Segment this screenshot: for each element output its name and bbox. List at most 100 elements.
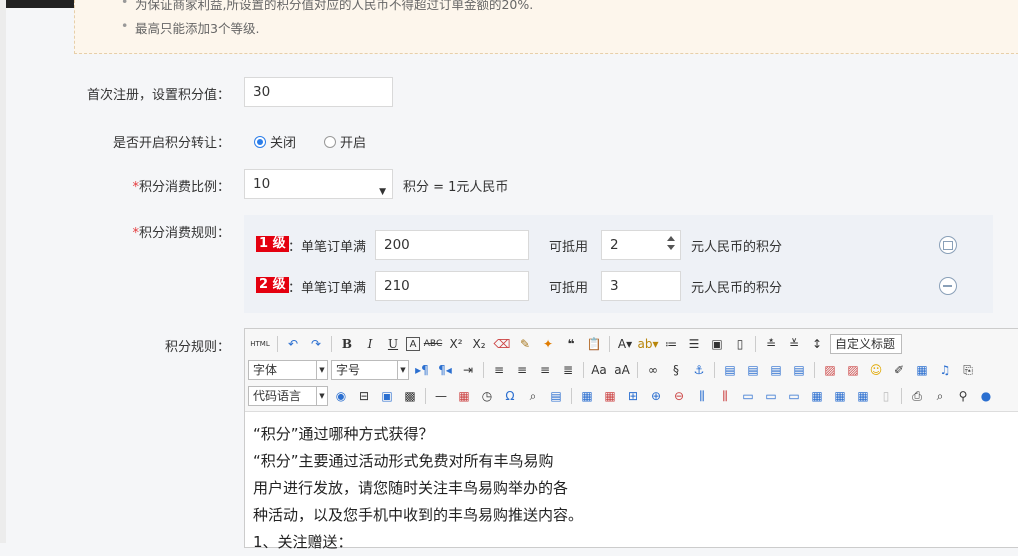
paste-plain-icon[interactable]: 📋 — [584, 334, 604, 354]
insert-code-icon[interactable]: ▣ — [377, 386, 397, 406]
insert-image-icon[interactable]: ▨ — [843, 360, 863, 380]
split-cols-icon[interactable]: ▦ — [853, 386, 873, 406]
redo-icon[interactable]: ↷ — [306, 334, 326, 354]
select-all-icon[interactable]: ▣ — [707, 334, 727, 354]
delete-col-icon[interactable]: ⫼ — [715, 386, 735, 406]
music-icon[interactable]: ♫ — [935, 360, 955, 380]
line-height-icon[interactable]: ↕ — [807, 334, 827, 354]
delete-table-icon[interactable]: ▦ — [600, 386, 620, 406]
date-icon[interactable]: ▦ — [454, 386, 474, 406]
ratio-suffix: 积分 = 1元人民币 — [403, 180, 509, 195]
link-icon[interactable]: ∞ — [643, 360, 663, 380]
attachment-icon[interactable]: ⎘ — [958, 360, 978, 380]
scrawl-icon[interactable]: ✐ — [889, 360, 909, 380]
rule-amount-input[interactable]: 210 — [375, 271, 529, 301]
format-brush-icon[interactable]: ✎ — [515, 334, 535, 354]
subscript-icon[interactable]: X₂ — [469, 334, 489, 354]
radio-unchecked-icon — [324, 135, 336, 148]
template-icon[interactable]: ▯ — [876, 386, 896, 406]
image-right-icon[interactable]: ▤ — [766, 360, 786, 380]
insert-table-icon[interactable]: ▦ — [577, 386, 597, 406]
insert-row-icon[interactable]: ⊕ — [646, 386, 666, 406]
unordered-list-icon[interactable]: ☰ — [684, 334, 704, 354]
stepper-arrows-icon[interactable] — [665, 235, 677, 255]
row-spacing-bottom-icon[interactable]: ≚ — [784, 334, 804, 354]
ratio-select[interactable]: 10 ▼ — [244, 169, 393, 199]
simple-upload-icon[interactable]: ▨ — [820, 360, 840, 380]
lowercase-icon[interactable]: aA — [612, 360, 632, 380]
html-source-button[interactable]: HTML — [248, 334, 272, 354]
merge-cells-icon[interactable]: ▭ — [738, 386, 758, 406]
blockquote-icon[interactable]: ❝ — [561, 334, 581, 354]
transfer-off-label: 关闭 — [270, 136, 297, 151]
image-left-icon[interactable]: ▤ — [743, 360, 763, 380]
ltr-icon[interactable]: ▸¶ — [412, 360, 432, 380]
font-color-icon[interactable]: A▾ — [615, 334, 635, 354]
chevron-down-icon: ▼ — [397, 361, 408, 379]
font-family-combo[interactable]: 字体 ▼ — [248, 360, 328, 380]
remove-level-icon[interactable] — [939, 277, 957, 295]
insert-video-icon[interactable]: ▦ — [912, 360, 932, 380]
anchor-icon[interactable]: ⚓ — [689, 360, 709, 380]
content-line: “积分”通过哪种方式获得？ — [253, 425, 434, 443]
split-rows-icon[interactable]: ▦ — [830, 386, 850, 406]
ordered-list-icon[interactable]: ≔ — [661, 334, 681, 354]
code-language-combo[interactable]: 代码语言 ▼ — [248, 386, 328, 406]
horizontal-rule-icon[interactable]: — — [431, 386, 451, 406]
uppercase-icon[interactable]: Aa — [589, 360, 609, 380]
emotion-icon[interactable]: ☺ — [866, 360, 886, 380]
insert-frame-icon[interactable]: ⊟ — [354, 386, 374, 406]
row-spacing-top-icon[interactable]: ≛ — [761, 334, 781, 354]
insert-col-icon[interactable]: ⫼ — [692, 386, 712, 406]
unlink-icon[interactable]: § — [666, 360, 686, 380]
image-center-icon[interactable]: ▤ — [789, 360, 809, 380]
image-none-icon[interactable]: ▤ — [720, 360, 740, 380]
left-rail — [0, 0, 6, 543]
transfer-on-radio[interactable]: 开启 — [324, 132, 366, 151]
word-image-icon[interactable]: ▤ — [546, 386, 566, 406]
page-break-icon[interactable]: ▩ — [400, 386, 420, 406]
superscript-icon[interactable]: X² — [446, 334, 466, 354]
preview-icon[interactable]: ⌕ — [930, 386, 950, 406]
border-text-icon[interactable]: A — [406, 337, 420, 351]
font-size-combo[interactable]: 字号 ▼ — [331, 360, 409, 380]
eraser-icon[interactable]: ⌫ — [492, 334, 512, 354]
indent-icon[interactable]: ⇥ — [458, 360, 478, 380]
undo-icon[interactable]: ↶ — [283, 334, 303, 354]
align-justify-icon[interactable]: ≣ — [558, 360, 578, 380]
merge-down-icon[interactable]: ▭ — [784, 386, 804, 406]
align-right-icon[interactable]: ≡ — [535, 360, 555, 380]
time-icon[interactable]: ◷ — [477, 386, 497, 406]
rule-deduct-input[interactable]: 3 — [601, 271, 681, 301]
merge-right-icon[interactable]: ▭ — [761, 386, 781, 406]
map-icon[interactable]: ◉ — [331, 386, 351, 406]
print-icon[interactable]: ⎙ — [907, 386, 927, 406]
rich-text-editor[interactable]: HTML ↶ ↷ B I U A ABC X² X₂ ⌫ ✎ ✦ ❝ 📋 A▾ … — [244, 328, 1018, 551]
add-level-icon[interactable] — [939, 236, 957, 254]
magic-wand-icon[interactable]: ✦ — [538, 334, 558, 354]
insert-paragraph-icon[interactable]: ⊞ — [623, 386, 643, 406]
strikethrough-icon[interactable]: ABC — [423, 334, 443, 354]
rule-deduct-stepper[interactable]: 2 — [601, 230, 681, 260]
bold-icon[interactable]: B — [337, 334, 357, 354]
transfer-off-radio[interactable]: 关闭 — [254, 132, 296, 151]
align-left-icon[interactable]: ≡ — [489, 360, 509, 380]
underline-icon[interactable]: U — [383, 334, 403, 354]
split-cells-icon[interactable]: ▦ — [807, 386, 827, 406]
rtl-icon[interactable]: ¶◂ — [435, 360, 455, 380]
content-line: 种活动，以及您手机中收到的丰鸟易购推送内容。 — [253, 506, 584, 524]
help-icon[interactable]: ● — [976, 386, 996, 406]
highlight-color-icon[interactable]: ab▾ — [638, 334, 659, 354]
first-register-input[interactable]: 30 — [244, 77, 393, 107]
search-replace-icon[interactable]: ⌕ — [523, 386, 543, 406]
search-icon[interactable]: ⚲ — [953, 386, 973, 406]
notice-item: 为保证商家利益,所设置的积分值对应的人民币不得超过订单金额的20%. — [121, 0, 533, 13]
italic-icon[interactable]: I — [360, 334, 380, 354]
clear-doc-icon[interactable]: ▯ — [730, 334, 750, 354]
special-chars-icon[interactable]: Ω — [500, 386, 520, 406]
editor-content[interactable]: “积分”通过哪种方式获得？ “积分”主要通过活动形式免费对所有丰鸟易购 用户进行… — [253, 421, 583, 556]
heading-combo[interactable]: 自定义标题 — [830, 334, 902, 354]
align-center-icon[interactable]: ≡ — [512, 360, 532, 380]
rule-amount-input[interactable]: 200 — [375, 230, 529, 260]
delete-row-icon[interactable]: ⊖ — [669, 386, 689, 406]
